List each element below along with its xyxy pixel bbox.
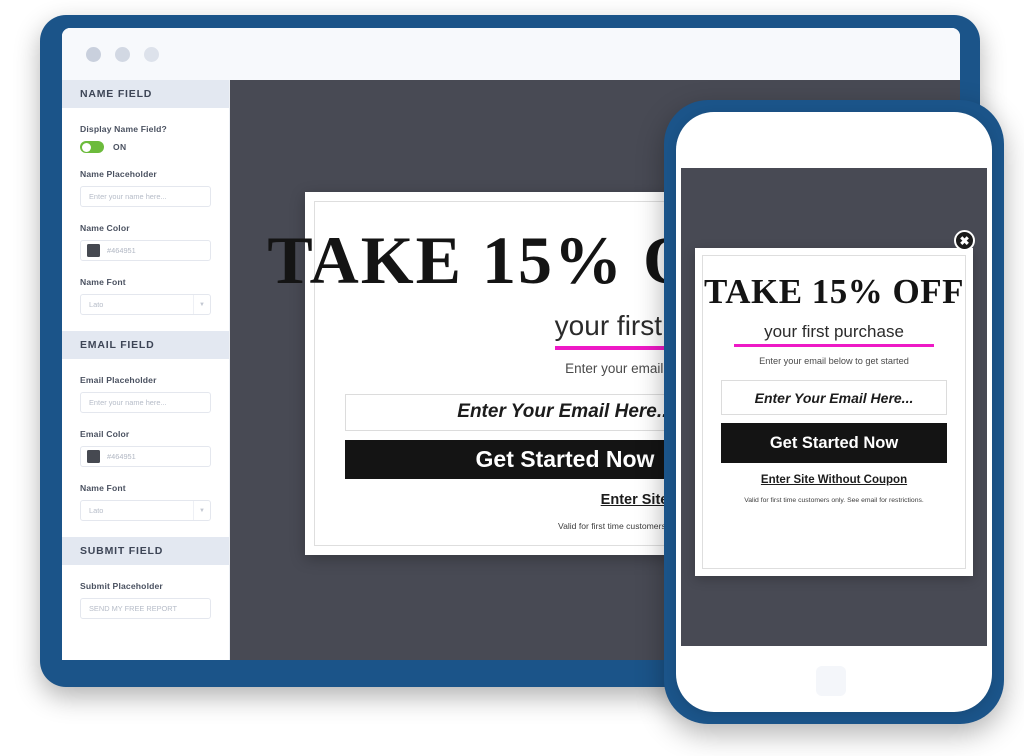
section-header-email-field: EMAIL FIELD bbox=[62, 331, 229, 359]
name-placeholder-input[interactable]: Enter your name here... bbox=[80, 186, 211, 207]
field-label-name-color: Name Color bbox=[80, 223, 130, 233]
field-label-email-placeholder: Email Placeholder bbox=[80, 375, 157, 385]
field-name-font[interactable]: Name Font Lato ▼ bbox=[62, 277, 229, 315]
field-label-name-font: Name Font bbox=[80, 277, 126, 287]
name-color-value: #464951 bbox=[107, 246, 136, 255]
settings-sidebar[interactable]: NAME FIELD Display Name Field? ON Name P… bbox=[62, 80, 230, 660]
field-name-color[interactable]: Name Color #464951 bbox=[62, 223, 229, 261]
window-dot-close-icon[interactable] bbox=[86, 46, 101, 62]
mobile-popup-preview: TAKE 15% OFF your first purchase Enter y… bbox=[695, 248, 973, 576]
mobile-popup-headline: TAKE 15% OFF bbox=[703, 272, 965, 311]
mobile-popup-inner: TAKE 15% OFF your first purchase Enter y… bbox=[702, 255, 966, 569]
mobile-popup-subline: your first purchase bbox=[764, 322, 904, 341]
submit-placeholder-input[interactable]: SEND MY FREE REPORT bbox=[80, 598, 211, 619]
window-dot-maximize-icon[interactable] bbox=[144, 46, 159, 62]
window-dot-minimize-icon[interactable] bbox=[115, 46, 130, 62]
phone-home-button[interactable] bbox=[816, 666, 846, 696]
field-email-placeholder[interactable]: Email Placeholder Enter your name here..… bbox=[62, 375, 229, 413]
section-header-name-field: NAME FIELD bbox=[62, 80, 229, 108]
display-name-toggle-row[interactable]: ON bbox=[80, 141, 211, 153]
browser-titlebar bbox=[62, 28, 960, 80]
name-font-select[interactable]: Lato ▼ bbox=[80, 294, 211, 315]
field-label-display-name: Display Name Field? bbox=[80, 124, 167, 134]
field-display-name-toggle[interactable]: Display Name Field? ON bbox=[62, 124, 229, 153]
field-label-email-font: Name Font bbox=[80, 483, 126, 493]
field-email-color[interactable]: Email Color #464951 bbox=[62, 429, 229, 467]
email-color-input[interactable]: #464951 bbox=[80, 446, 211, 467]
chevron-down-icon[interactable]: ▼ bbox=[193, 295, 210, 314]
name-color-input[interactable]: #464951 bbox=[80, 240, 211, 261]
name-color-swatch[interactable] bbox=[87, 244, 100, 257]
mobile-popup-accent-rule bbox=[734, 344, 934, 347]
email-placeholder-input[interactable]: Enter your name here... bbox=[80, 392, 211, 413]
mobile-popup-secondary-link[interactable]: Enter Site Without Coupon bbox=[761, 474, 907, 486]
mobile-popup-note: Enter your email below to get started bbox=[759, 356, 909, 366]
name-font-value: Lato bbox=[89, 300, 104, 309]
email-font-value: Lato bbox=[89, 506, 104, 515]
field-label-name-placeholder: Name Placeholder bbox=[80, 169, 157, 179]
mobile-popup-subline-wrap: your first purchase bbox=[734, 322, 934, 347]
chevron-down-icon-2[interactable]: ▼ bbox=[193, 501, 210, 520]
mobile-popup-fineprint: Valid for first time customers only. See… bbox=[744, 497, 924, 504]
display-name-toggle-state: ON bbox=[113, 142, 127, 152]
mobile-popup-email-input[interactable]: Enter Your Email Here... bbox=[721, 380, 947, 415]
email-font-select[interactable]: Lato ▼ bbox=[80, 500, 211, 521]
field-submit-placeholder[interactable]: Submit Placeholder SEND MY FREE REPORT bbox=[62, 581, 229, 619]
section-header-submit-field: SUBMIT FIELD bbox=[62, 537, 229, 565]
email-color-value: #464951 bbox=[107, 452, 136, 461]
display-name-toggle-switch[interactable] bbox=[80, 141, 104, 153]
mobile-popup-cta-button[interactable]: Get Started Now bbox=[721, 423, 947, 463]
field-email-font[interactable]: Name Font Lato ▼ bbox=[62, 483, 229, 521]
email-color-swatch[interactable] bbox=[87, 450, 100, 463]
field-name-placeholder[interactable]: Name Placeholder Enter your name here... bbox=[62, 169, 229, 207]
field-label-email-color: Email Color bbox=[80, 429, 130, 439]
field-label-submit-placeholder: Submit Placeholder bbox=[80, 581, 163, 591]
screenshot-stage: NAME FIELD Display Name Field? ON Name P… bbox=[0, 0, 1024, 756]
close-icon[interactable]: ✖ bbox=[954, 230, 975, 251]
